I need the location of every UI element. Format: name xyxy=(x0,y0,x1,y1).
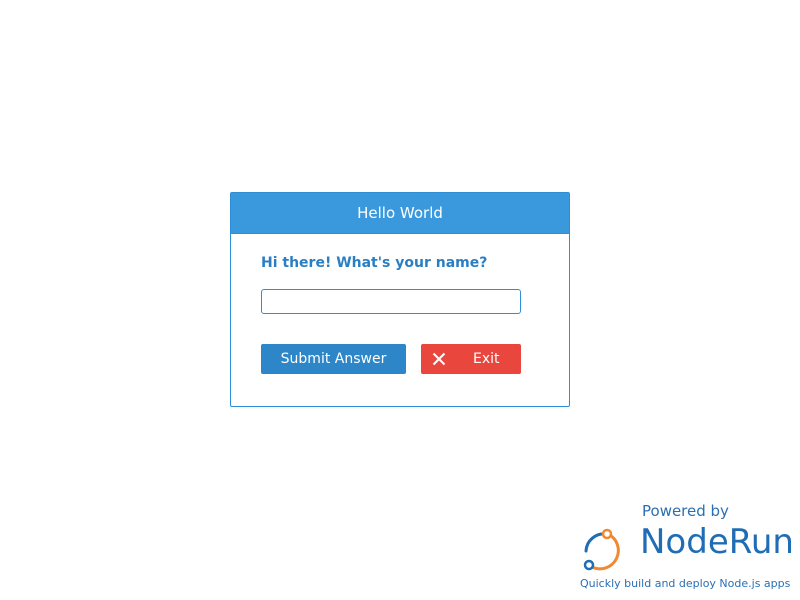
exit-button[interactable]: Exit xyxy=(421,344,521,374)
dialog: Hello World Hi there! What's your name? … xyxy=(230,192,570,407)
dialog-title: Hello World xyxy=(231,193,569,234)
noderun-logo-icon xyxy=(583,528,620,571)
submit-answer-button[interactable]: Submit Answer xyxy=(261,344,406,374)
close-icon xyxy=(432,352,446,366)
question-label: Hi there! What's your name? xyxy=(261,255,488,271)
brand-name: NodeRun xyxy=(640,522,794,562)
powered-by-badge[interactable]: Powered by NodeRun Quickly build and dep… xyxy=(578,500,794,594)
powered-by-text: Powered by xyxy=(642,502,729,520)
name-input[interactable] xyxy=(261,289,521,314)
exit-label: Exit xyxy=(473,351,500,367)
brand-tagline: Quickly build and deploy Node.js apps xyxy=(580,577,791,590)
